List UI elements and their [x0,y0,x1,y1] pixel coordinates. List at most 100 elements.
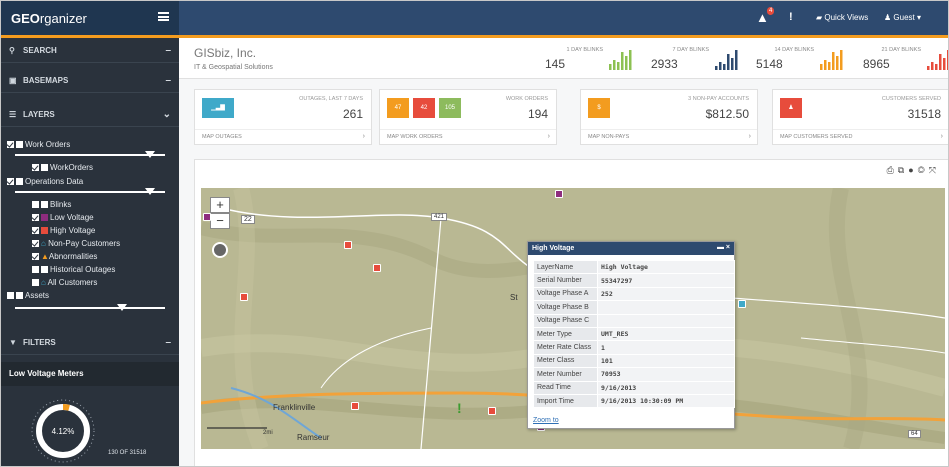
map-customers-served-link[interactable]: Map Customers Served › [773,129,948,144]
slider-handle[interactable] [117,304,127,311]
minimize-icon[interactable]: ▬ [717,244,724,251]
opacity-slider-work-orders[interactable] [15,151,165,158]
opacity-slider-operations[interactable] [15,188,165,195]
layer-workorders-sub[interactable]: WorkOrders [32,163,93,172]
layer-non-pay-customers[interactable]: ⌂ Non-Pay Customers [32,239,120,248]
layer-work-orders[interactable]: Work Orders [7,140,70,149]
sidebar: ⚲ Search – ▣ Basemaps – ☰ Layers ⌄ Work Orders… [1,38,179,466]
low-voltage-marker[interactable] [203,213,211,221]
attr-value: 1 [597,340,735,355]
info-icon[interactable]: ǃ [789,11,793,23]
chevron-down-icon[interactable]: ⌄ [163,109,171,120]
collapse-icon[interactable]: – [165,75,171,86]
checkbox[interactable] [7,141,14,148]
layers-panel-header[interactable]: ☰ Layers ⌄ [1,102,179,127]
slider-handle[interactable] [145,151,155,158]
blink-stat-1-day[interactable]: 1 Day Blinks 145 [545,47,645,75]
abnormality-marker[interactable]: ! [457,400,462,416]
caret-down-icon: ▾ [914,13,921,22]
table-row: Meter Number 70953 [533,367,735,382]
attr-value [597,313,735,328]
alert-icon[interactable]: ▲ 4 [756,7,775,25]
layer-all-customers[interactable]: ⌂ All Customers [32,278,97,287]
non-pay-card: $ 3 Non-Pay Accounts $812.50 Map Non-Pay… [580,89,758,145]
company-header: GISbiz, Inc. IT & Geospatial Solutions 1… [179,38,948,79]
card-value: 194 [527,107,548,121]
basemaps-panel-header[interactable]: ▣ Basemaps – [1,68,179,93]
work-order-tile[interactable]: 42 [413,98,435,118]
chevron-right-icon: › [940,133,943,140]
checkbox[interactable] [7,292,14,299]
attr-value: 9/16/2013 10:30:09 PM [597,393,735,409]
card-label: 3 Non-Pay Accounts [688,96,749,102]
blink-stat-7-day[interactable]: 7 Day Blinks 2933 [651,47,751,75]
map-canvas[interactable]: + − ! 22 421 64 Franklinville Ramseur St [201,188,945,449]
home-icon: ⌂ [41,239,49,248]
map-work-orders-link[interactable]: Map Work Orders › [380,129,556,144]
layer-high-voltage[interactable]: High Voltage [32,226,95,235]
work-order-tile[interactable]: 105 [439,98,461,118]
close-icon[interactable]: × [726,244,730,251]
slider-handle[interactable] [145,188,155,195]
checkbox[interactable] [32,201,39,208]
checkbox[interactable] [32,164,39,171]
work-order-tile[interactable]: 47 [387,98,409,118]
fullscreen-icon[interactable]: ⤧ [929,165,940,175]
blink-stat-14-day[interactable]: 14 Day Blinks 5148 [756,47,856,75]
collapse-icon[interactable]: – [165,337,171,348]
checkbox[interactable] [32,240,39,247]
layer-abnormalities[interactable]: ▲Abnormalities [32,252,97,261]
map-outages-link[interactable]: Map Outages › [195,129,371,144]
external-link-icon[interactable]: ⧉ [898,165,908,175]
checkbox[interactable] [32,279,39,286]
filters-panel-header[interactable]: ▼ Filters – [1,330,179,355]
non-pay-customer-marker[interactable] [738,300,746,308]
high-voltage-marker[interactable] [344,241,352,249]
settings-icon[interactable]: ● [908,165,917,175]
layer-assets[interactable]: Assets [7,291,49,300]
quick-views-menu[interactable]: ▰ Quick Views [816,13,868,22]
layer-historical-outages[interactable]: Historical Outages [32,265,115,274]
high-voltage-marker[interactable] [240,293,248,301]
checkbox[interactable] [32,214,39,221]
layer-blinks[interactable]: Blinks [32,200,71,209]
zoom-out-button[interactable]: − [210,213,230,229]
refresh-icon[interactable]: ◎ [918,165,929,175]
app-logo[interactable]: GEOrganizer [1,1,179,35]
search-panel-header[interactable]: ⚲ Search – [1,38,179,63]
locate-button[interactable] [212,242,228,258]
low-voltage-marker[interactable] [555,190,563,198]
hamburger-menu-icon[interactable] [158,12,169,21]
layer-low-voltage[interactable]: Low Voltage [32,213,94,222]
checkbox[interactable] [32,266,39,273]
high-voltage-icon [41,227,48,234]
collapse-icon[interactable]: – [165,45,171,56]
user-menu[interactable]: ♟ Guest ▾ [884,13,921,22]
opacity-slider-assets[interactable] [15,304,165,311]
layer-swatch [16,178,23,185]
attr-key: Meter Type [533,326,598,342]
high-voltage-marker[interactable] [351,402,359,410]
zoom-to-link[interactable]: Zoom to [533,417,559,424]
zoom-in-button[interactable]: + [210,197,230,213]
popup-title: High Voltage ▬ × [528,242,734,255]
layer-swatch [41,201,48,208]
route-shield: 22 [241,215,255,224]
user-icon: ♟ [780,98,802,118]
map-non-pays-link[interactable]: Map Non-Pays › [581,129,757,144]
attr-key: Voltage Phase B [533,300,598,315]
checkbox[interactable] [32,227,39,234]
alert-count-badge: 4 [767,7,775,15]
attr-key: Read Time [533,380,598,395]
layer-swatch [41,164,48,171]
high-voltage-marker[interactable] [373,264,381,272]
attr-key: Import Time [533,393,598,409]
print-icon[interactable]: ⎙ [887,165,898,175]
checkbox[interactable] [7,178,14,185]
card-label: Customers Served [881,96,941,102]
high-voltage-marker[interactable] [488,407,496,415]
blink-stat-21-day[interactable]: 21 Day Blinks 8965 [863,47,948,75]
layer-operations-data[interactable]: Operations Data [7,177,83,186]
filter-caption: Low Voltage Meters [1,362,179,386]
checkbox[interactable] [32,253,39,260]
